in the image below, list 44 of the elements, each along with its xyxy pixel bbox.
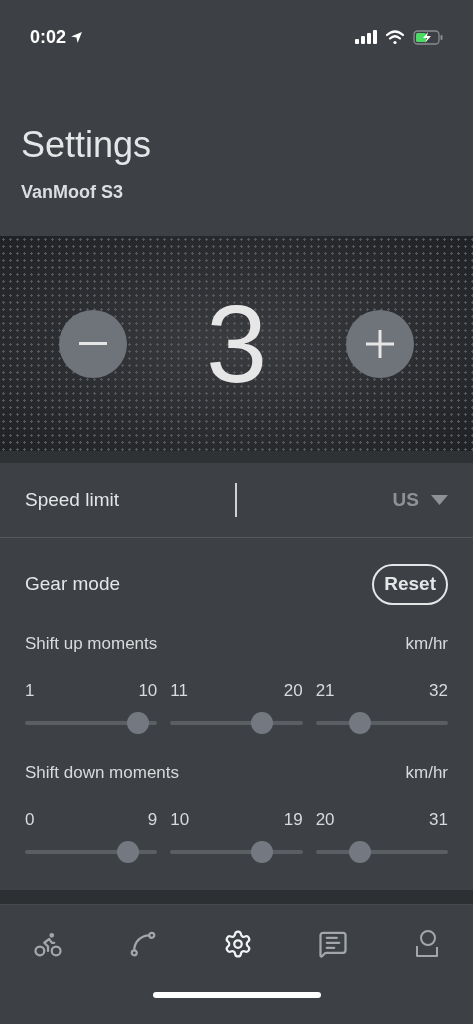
slider-min-label: 0 — [25, 809, 35, 831]
caret-icon — [431, 495, 448, 505]
bike-model-name: VanMoof S3 — [21, 181, 124, 204]
slider-thumb[interactable] — [250, 711, 273, 734]
range-slider[interactable] — [170, 711, 303, 734]
slider-min-label: 11 — [170, 680, 188, 702]
minus-icon — [79, 342, 107, 345]
slider-max-label: 32 — [429, 680, 448, 702]
slider-max-label: 19 — [283, 809, 303, 831]
wifi-icon — [385, 29, 405, 45]
slider-min-label: 20 — [315, 809, 335, 831]
range-slider[interactable] — [170, 840, 303, 863]
slider-thumb[interactable] — [126, 711, 149, 734]
slider-min-label: 21 — [315, 680, 335, 702]
slider-min-label: 1 — [25, 680, 35, 702]
slider-thumb[interactable] — [348, 840, 371, 863]
decrease-button[interactable] — [59, 309, 127, 378]
range-slider[interactable] — [315, 711, 448, 734]
shift-moments-label: Shift up moments — [25, 632, 158, 655]
page-title: Settings — [21, 123, 153, 167]
status-time: 0:02 — [30, 25, 67, 49]
slider-thumb[interactable] — [348, 711, 371, 734]
slider-max-label: 9 — [147, 809, 158, 831]
shift-moments-label: Shift down moments — [25, 761, 179, 784]
slider-thumb[interactable] — [116, 840, 139, 863]
slider-max-label: 10 — [138, 680, 158, 702]
slider-max-label: 20 — [283, 680, 303, 702]
speed-limit-label: Speed limit — [25, 487, 120, 512]
plus-icon — [366, 329, 394, 358]
range-slider[interactable] — [315, 840, 448, 863]
battery-charging-icon — [413, 29, 443, 45]
unit-label: km/hr — [405, 632, 448, 655]
slider-max-label: 31 — [429, 809, 448, 831]
gear-mode-label: Gear mode — [25, 572, 121, 596]
increase-button[interactable] — [346, 309, 414, 378]
reset-button[interactable]: Reset — [372, 564, 448, 605]
slider-min-label: 10 — [170, 809, 190, 831]
slider-thumb[interactable] — [250, 840, 273, 863]
signal-icon — [355, 30, 377, 44]
location-arrow-icon — [70, 30, 84, 44]
range-slider[interactable] — [25, 840, 158, 863]
unit-label: km/hr — [405, 761, 448, 784]
range-slider[interactable] — [25, 711, 158, 734]
power-level-number: 3 — [205, 288, 268, 399]
